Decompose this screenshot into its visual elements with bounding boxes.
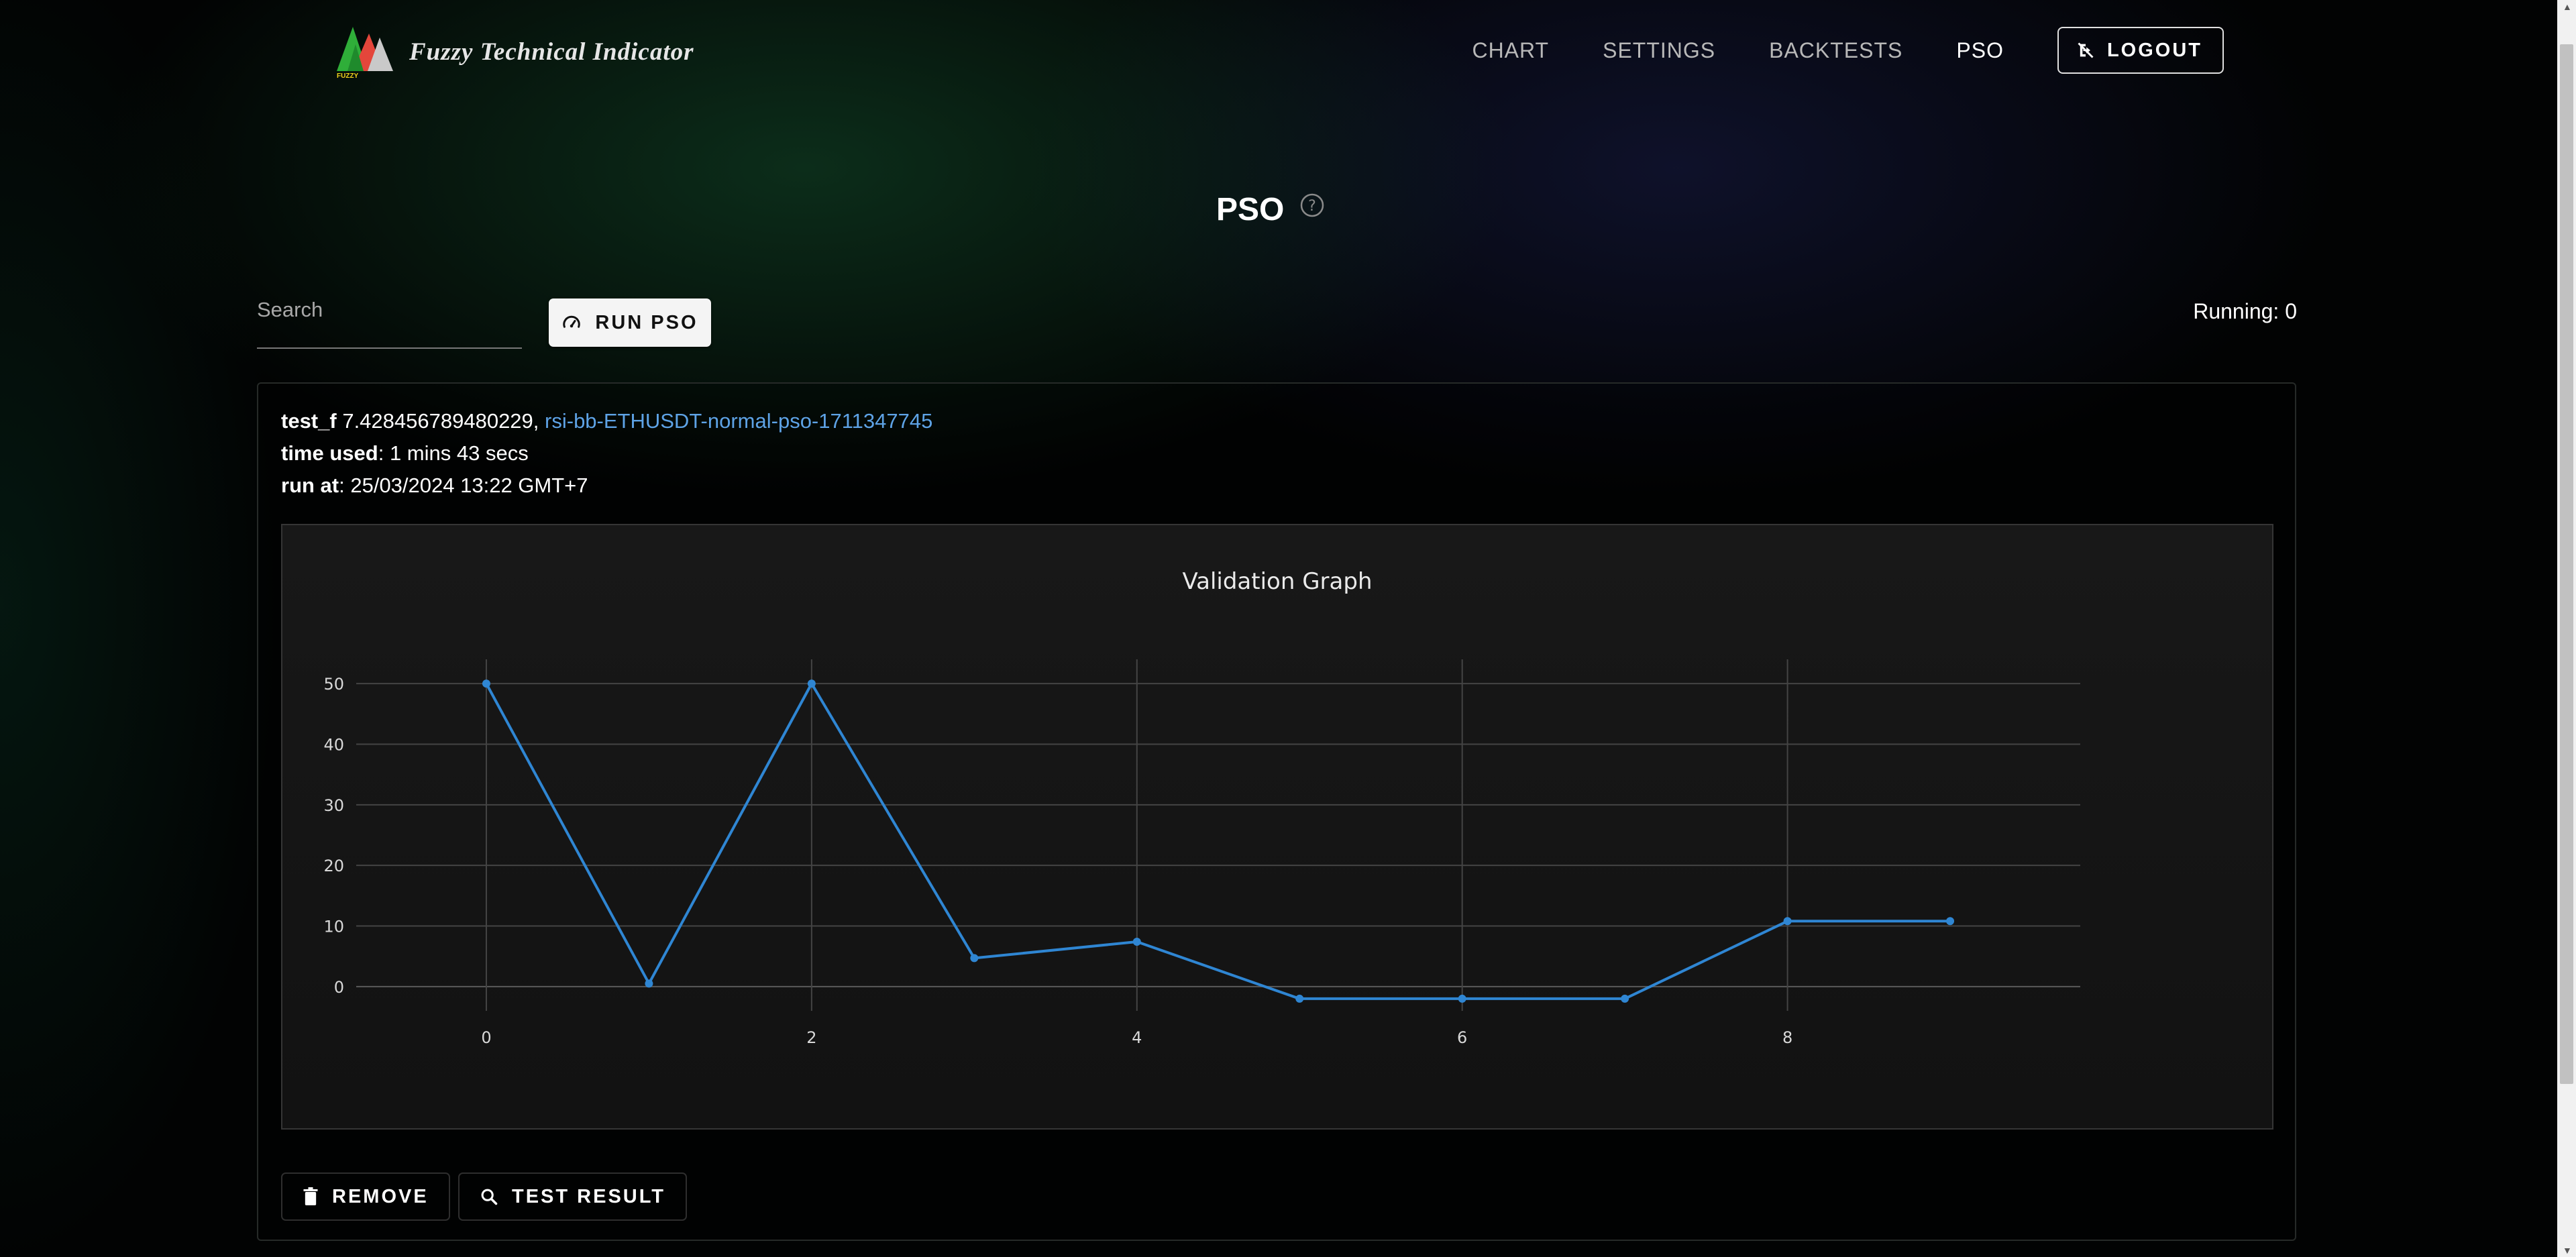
validation-graph: Validation Graph 0 10 20 30 40 50 0 2 4 6 8	[281, 524, 2273, 1130]
run-pso-label: RUN PSO	[595, 311, 698, 333]
speedometer-icon	[563, 315, 581, 328]
data-point	[1458, 994, 1466, 1003]
data-point	[970, 954, 979, 963]
x-tick-label: 8	[1782, 1028, 1792, 1047]
running-count: Running: 0	[2193, 299, 2297, 323]
nav-backtests[interactable]: BACKTESTS	[1769, 38, 1902, 63]
run-at-label: run at	[281, 474, 339, 497]
remove-button[interactable]: REMOVE	[281, 1172, 450, 1221]
logo-small-text: FUZZY	[337, 72, 359, 79]
run-at-line: run at: 25/03/2024 13:22 GMT+7	[281, 474, 588, 498]
search-input[interactable]	[257, 294, 522, 322]
search-field[interactable]	[257, 294, 522, 349]
help-icon[interactable]: ?	[1299, 193, 1325, 218]
scrollbar-thumb[interactable]	[2560, 44, 2573, 1084]
y-tick-label: 20	[323, 857, 344, 875]
logout-label: LOGOUT	[2106, 39, 2202, 61]
logout-icon	[2078, 42, 2094, 58]
app-title: Fuzzy Technical Indicator	[409, 38, 694, 66]
test-result-button[interactable]: TEST RESULT	[458, 1172, 688, 1221]
pso-result-card: test_f 7.428456789480229, rsi-bb-ETHUSDT…	[257, 382, 2296, 1241]
data-point	[807, 679, 816, 688]
time-used-line: time used: 1 mins 43 secs	[281, 441, 529, 466]
test-result-label: TEST RESULT	[512, 1185, 666, 1207]
x-tick-label: 2	[806, 1028, 816, 1047]
test-f-value: 7.428456789480229,	[342, 409, 539, 433]
y-tick-label: 0	[334, 978, 344, 997]
run-pso-button[interactable]: RUN PSO	[549, 298, 711, 347]
nav-chart[interactable]: CHART	[1472, 38, 1549, 63]
test-f-label: test_f	[281, 409, 337, 433]
remove-label: REMOVE	[332, 1185, 429, 1207]
data-point	[482, 679, 490, 688]
scroll-up-icon[interactable]: ▲	[2563, 1, 2572, 12]
page-scrollbar[interactable]: ▲ ▼	[2557, 0, 2576, 1257]
logout-button[interactable]: LOGOUT	[2057, 27, 2224, 74]
chart-plot: 0 10 20 30 40 50 0 2 4 6 8	[323, 659, 2080, 1047]
search-icon	[481, 1189, 498, 1205]
y-tick-label: 40	[323, 735, 344, 754]
time-used-label: time used	[281, 441, 378, 465]
page-title: PSO	[1216, 192, 1285, 227]
data-point	[1621, 994, 1629, 1003]
scroll-down-icon[interactable]: ▼	[2563, 1245, 2572, 1256]
mountain-logo-icon: FUZZY	[337, 27, 393, 79]
x-tick-label: 0	[481, 1028, 491, 1047]
trash-icon	[303, 1187, 318, 1205]
main-nav: CHART SETTINGS BACKTESTS PSO LOGOUT	[1472, 27, 2224, 74]
x-tick-label: 4	[1132, 1028, 1142, 1047]
nav-settings[interactable]: SETTINGS	[1603, 38, 1715, 63]
data-point	[1132, 938, 1141, 946]
data-point	[1946, 917, 1955, 926]
svg-text:?: ?	[1308, 198, 1316, 215]
run-at-value: : 25/03/2024 13:22 GMT+7	[339, 474, 588, 497]
x-tick-label: 6	[1457, 1028, 1467, 1047]
data-point	[1295, 994, 1304, 1003]
time-used-value: : 1 mins 43 secs	[378, 441, 529, 465]
result-link[interactable]: rsi-bb-ETHUSDT-normal-pso-1711347745	[545, 409, 932, 433]
data-point	[1783, 917, 1792, 926]
nav-pso[interactable]: PSO	[1956, 38, 2004, 63]
app-logo[interactable]: FUZZY Fuzzy Technical Indicator	[335, 24, 694, 79]
y-tick-label: 10	[323, 918, 344, 936]
test-f-line: test_f 7.428456789480229, rsi-bb-ETHUSDT…	[281, 409, 932, 433]
y-tick-label: 30	[323, 796, 344, 815]
y-tick-label: 50	[323, 675, 344, 694]
data-point	[645, 979, 653, 988]
series-line	[485, 682, 1951, 1000]
